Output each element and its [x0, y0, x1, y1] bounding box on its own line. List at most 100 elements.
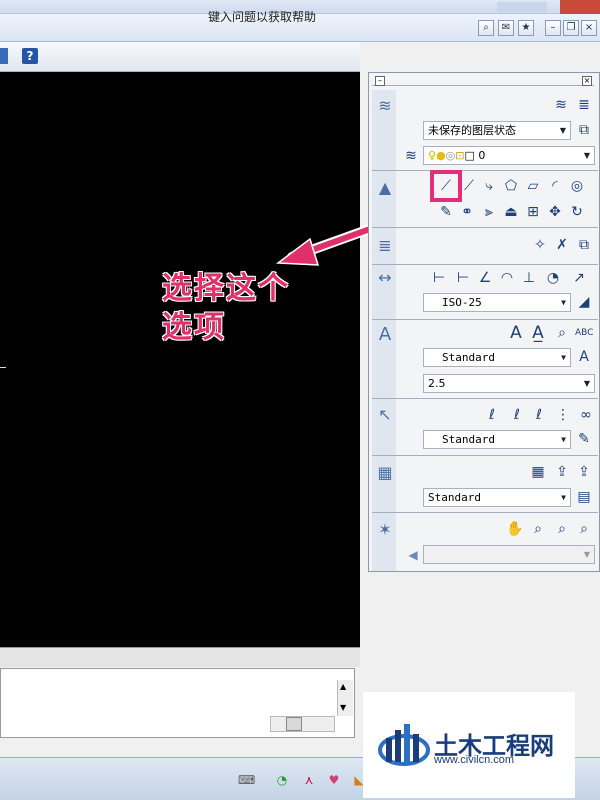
dim-style-select[interactable]: ISO-25 ▼	[423, 293, 571, 312]
radius-dim-icon[interactable]: ◔	[544, 269, 562, 287]
rotate-icon[interactable]: ↻	[568, 203, 586, 221]
network-icon[interactable]: ◔	[275, 773, 289, 787]
help-icon[interactable]: ?	[22, 48, 38, 64]
angular-dim-icon[interactable]: ∠	[476, 269, 494, 287]
table-style-icon[interactable]: ▤	[575, 488, 593, 506]
polygon-icon[interactable]: ⬠	[502, 177, 520, 195]
standard-toolbar	[0, 42, 360, 72]
divider	[372, 264, 598, 265]
search-icon[interactable]: ⌕	[478, 20, 494, 36]
scroll-up-icon[interactable]: ▲	[340, 682, 346, 691]
restore-icon[interactable]: ❐	[563, 20, 579, 36]
text-style-select[interactable]: Standard ▼	[423, 348, 571, 367]
table-export-icon[interactable]: ⇪	[575, 463, 593, 481]
named-view-select[interactable]: ▼	[423, 545, 595, 564]
antivirus-icon[interactable]: ⋏	[302, 773, 316, 787]
mleader-style-icon[interactable]: ✎	[575, 430, 593, 448]
single-line-text-icon[interactable]: A̲	[529, 324, 547, 342]
divider	[372, 512, 598, 513]
linear-dim-icon[interactable]: ⊢	[430, 269, 448, 287]
bulb-icon: ♀	[428, 149, 437, 162]
zoom-window-icon[interactable]: ⌕	[553, 520, 571, 538]
copy-icon[interactable]: ⚭	[458, 203, 476, 221]
sun-icon: ●	[436, 149, 446, 162]
app-tray-icon[interactable]: ♥	[327, 773, 341, 787]
rectangle-icon[interactable]: ▱	[524, 177, 542, 195]
create-block-icon[interactable]: ✗	[553, 236, 571, 254]
circle-icon[interactable]: ◎	[568, 177, 586, 195]
window-buttons-top	[497, 2, 547, 12]
help-search-prompt[interactable]: 键入问题以获取帮助	[208, 8, 316, 25]
divider	[372, 170, 598, 171]
mleader-style-select[interactable]: Standard ▼	[423, 430, 571, 449]
hatch-icon[interactable]: ✎	[437, 203, 455, 221]
watermark-logo-icon	[378, 724, 430, 766]
text-height-select[interactable]: 2.5 ▼	[423, 374, 595, 393]
polyline-icon[interactable]: ⤷	[480, 177, 498, 195]
layer-states-icon[interactable]: ≋	[552, 96, 570, 114]
annotation-line1: 选择这个	[162, 271, 290, 306]
horizontal-scrollbar[interactable]	[270, 716, 335, 732]
table-style-select[interactable]: Standard ▼	[423, 488, 571, 507]
divider	[372, 319, 598, 320]
arc-icon[interactable]: ◜	[546, 177, 564, 195]
pan-icon[interactable]: ✋	[506, 520, 524, 538]
layer-properties-icon[interactable]: ≣	[575, 96, 593, 114]
layer-state-select[interactable]: 未保存的图层状态 ▼	[423, 121, 571, 140]
add-leader-icon[interactable]: ℓ	[508, 406, 526, 424]
array-icon[interactable]: ⊞	[524, 203, 542, 221]
mirror-icon[interactable]: ⫸	[480, 203, 498, 221]
spell-check-icon[interactable]: ABC	[575, 324, 593, 342]
blocks-panel-icon: ≣	[378, 236, 392, 255]
table-icon[interactable]: ▦	[529, 463, 547, 481]
insert-block-icon[interactable]: ✧	[531, 236, 549, 254]
text-style-icon[interactable]: A	[575, 348, 593, 366]
find-text-icon[interactable]: ⌕	[553, 324, 571, 342]
annotation-line2: 选项	[162, 310, 226, 345]
remove-leader-icon[interactable]: ℓ	[530, 406, 548, 424]
toolbar-partial-icon[interactable]	[0, 48, 8, 64]
text-panel-icon: A	[378, 324, 392, 345]
edit-block-icon[interactable]: ⧉	[575, 236, 593, 254]
color-swatch-icon: □	[464, 149, 475, 162]
offset-icon[interactable]: ⏏	[502, 203, 520, 221]
move-icon[interactable]: ✥	[546, 203, 564, 221]
ordinate-dim-icon[interactable]: ⊥	[520, 269, 538, 287]
align-leaders-icon[interactable]: ⋮	[554, 406, 572, 424]
crosshair-cursor	[0, 367, 6, 368]
mtext-icon[interactable]: A	[507, 324, 525, 342]
multileader-panel-icon: ↖	[378, 405, 392, 424]
collect-leaders-icon[interactable]: ∞	[577, 406, 595, 424]
drawing-canvas[interactable]	[0, 72, 360, 647]
favorites-icon[interactable]: ★	[518, 20, 534, 36]
divider	[372, 227, 598, 228]
back-icon[interactable]: ◀	[404, 546, 422, 564]
arc-dim-icon[interactable]: ◠	[498, 269, 516, 287]
palette-minimize-icon[interactable]: –	[375, 76, 385, 86]
keyboard-icon[interactable]: ⌨	[238, 773, 255, 787]
make-current-icon[interactable]: ≋	[402, 147, 420, 165]
freeze-icon: ◎	[445, 149, 456, 162]
dim-style-icon[interactable]: ◢	[575, 293, 593, 311]
zoom-realtime-icon[interactable]: ⌕	[529, 520, 547, 538]
leader-icon[interactable]: ↗	[570, 269, 588, 287]
view-panel-icon: ✶	[378, 520, 392, 539]
dimensions-panel-icon: ↔	[378, 268, 392, 287]
scroll-thumb[interactable]	[286, 717, 302, 731]
lock-icon: ⊡	[455, 149, 465, 162]
zoom-extents-icon[interactable]: ⌕	[575, 520, 593, 538]
multileader-icon[interactable]: ℓ	[483, 406, 501, 424]
aligned-dim-icon[interactable]: ⊢	[454, 269, 472, 287]
minimize-icon[interactable]: –	[545, 20, 561, 36]
construction-line-icon[interactable]: ⟋	[460, 177, 478, 195]
scroll-down-icon[interactable]: ▼	[340, 703, 346, 712]
communication-icon[interactable]: ✉	[498, 20, 514, 36]
table-panel-icon: ▦	[377, 463, 393, 482]
window-close-top[interactable]	[560, 0, 600, 14]
palette-title-bar[interactable]	[372, 76, 594, 86]
table-link-icon[interactable]: ⇪	[553, 463, 571, 481]
palette-close-icon[interactable]: ×	[582, 76, 592, 86]
layer-manager-icon[interactable]: ⧉	[575, 121, 593, 139]
close-icon[interactable]: ×	[581, 20, 597, 36]
layer-select[interactable]: ♀●◎⊡□ 0 ▼	[423, 146, 595, 165]
